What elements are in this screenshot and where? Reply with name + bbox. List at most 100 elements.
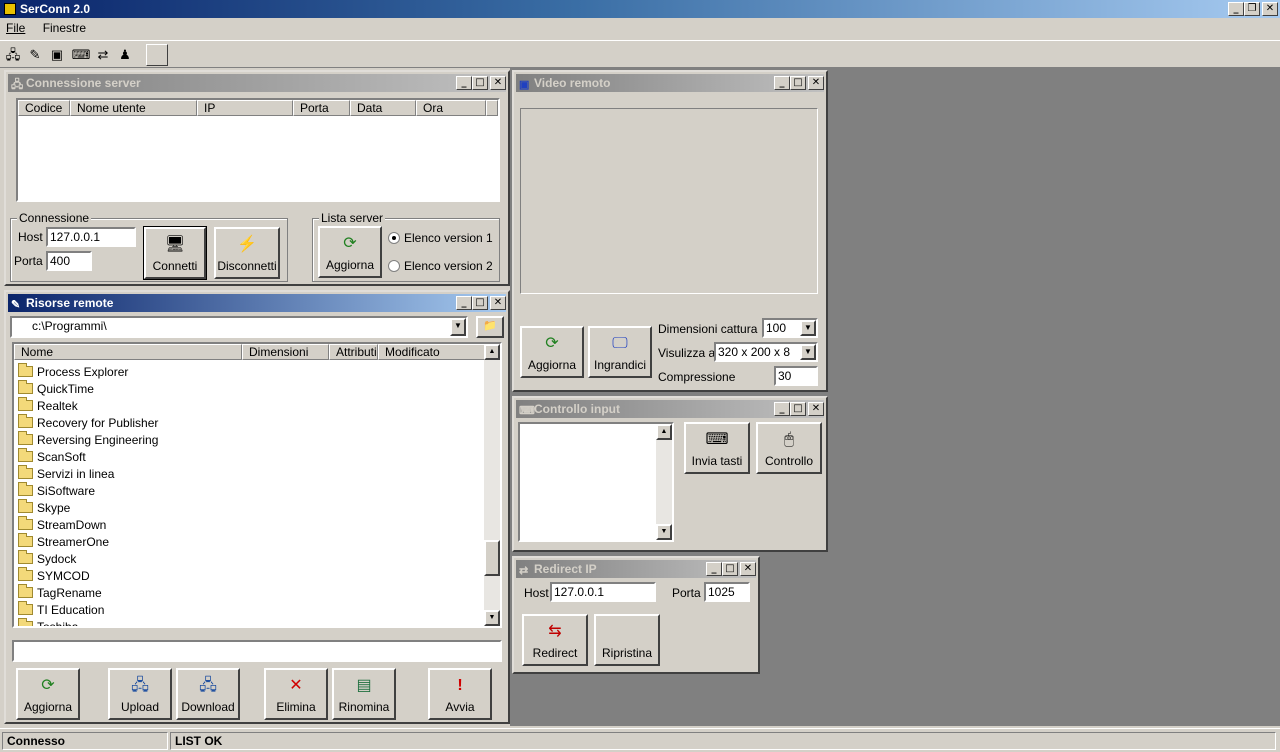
capture-size-label: Dimensioni cattura bbox=[658, 322, 758, 336]
close-icon[interactable]: ✕ bbox=[490, 296, 506, 310]
upload-button[interactable]: 🖧 Upload bbox=[108, 668, 172, 720]
restore-icon[interactable]: ❐ bbox=[1244, 2, 1260, 16]
col-data[interactable]: Data bbox=[350, 100, 416, 116]
delete-button[interactable]: ✕ Elimina bbox=[264, 668, 328, 720]
toolbar-redirect-icon[interactable]: ⇄ bbox=[92, 44, 114, 66]
toolbar-resources-icon[interactable]: ✎ bbox=[24, 44, 46, 66]
chevron-down-icon[interactable]: ▼ bbox=[800, 320, 816, 336]
file-list-item[interactable]: Sydock bbox=[18, 550, 76, 568]
file-list-item[interactable]: StreamerOne bbox=[18, 533, 109, 551]
col-codice[interactable]: Codice bbox=[18, 100, 70, 116]
redirect-port-input[interactable]: 1025 bbox=[704, 582, 750, 602]
menu-finestre[interactable]: Finestre bbox=[43, 21, 86, 35]
parent-folder-button[interactable]: 📁 bbox=[476, 316, 504, 338]
file-list-item[interactable]: TagRename bbox=[18, 584, 102, 602]
toolbar-blank-button[interactable] bbox=[146, 44, 168, 66]
file-list-item[interactable]: Realtek bbox=[18, 397, 78, 415]
disconnect-button[interactable]: ⚡ Disconnetti bbox=[214, 227, 280, 279]
col-nome-utente[interactable]: Nome utente bbox=[70, 100, 197, 116]
send-keys-button[interactable]: ⌨ Invia tasti bbox=[684, 422, 750, 474]
video-window-icon: ▣ bbox=[519, 79, 530, 91]
video-refresh-button[interactable]: ⟳ Aggiorna bbox=[520, 326, 584, 378]
download-button[interactable]: 🖧 Download bbox=[176, 668, 240, 720]
file-list-scrollbar[interactable]: ▲ ▼ bbox=[484, 344, 500, 626]
col-ora[interactable]: Ora bbox=[416, 100, 486, 116]
file-list-item[interactable]: StreamDown bbox=[18, 516, 106, 534]
file-list-item[interactable]: ScanSoft bbox=[18, 448, 86, 466]
col-dimensioni[interactable]: Dimensioni bbox=[242, 344, 329, 360]
connect-button[interactable]: 🖥 Connetti bbox=[143, 226, 207, 280]
radio-version-1[interactable] bbox=[388, 232, 400, 244]
files-refresh-button[interactable]: ⟳ Aggiorna bbox=[16, 668, 80, 720]
server-refresh-button[interactable]: ⟳ Aggiorna bbox=[318, 226, 382, 278]
chevron-down-icon[interactable]: ▼ bbox=[450, 318, 466, 336]
file-list-item[interactable]: Recovery for Publisher bbox=[18, 414, 158, 432]
col-porta[interactable]: Porta bbox=[293, 100, 350, 116]
close-icon[interactable]: ✕ bbox=[740, 562, 756, 576]
minimize-icon[interactable]: _ bbox=[774, 402, 790, 416]
rename-button[interactable]: ▤ Rinomina bbox=[332, 668, 396, 720]
input-scrollbar[interactable]: ▲ ▼ bbox=[656, 424, 672, 540]
minimize-icon[interactable]: _ bbox=[456, 76, 472, 90]
file-list-item[interactable]: Process Explorer bbox=[18, 363, 128, 381]
file-list-item[interactable]: Reversing Engineering bbox=[18, 431, 159, 449]
scroll-thumb[interactable] bbox=[484, 540, 500, 576]
maximize-icon[interactable]: □ bbox=[790, 76, 806, 90]
maximize-icon[interactable]: □ bbox=[790, 402, 806, 416]
col-nome[interactable]: Nome bbox=[14, 344, 242, 360]
chevron-down-icon[interactable]: ▼ bbox=[800, 344, 816, 360]
start-button[interactable]: ! Avvia bbox=[428, 668, 492, 720]
input-text-area[interactable]: ▲ ▼ bbox=[518, 422, 674, 542]
minimize-icon[interactable]: _ bbox=[774, 76, 790, 90]
col-modificato[interactable]: Modificato bbox=[378, 344, 486, 360]
menu-file[interactable]: File bbox=[6, 21, 25, 35]
toolbar-video-icon[interactable]: ▣ bbox=[46, 44, 68, 66]
minimize-icon[interactable]: _ bbox=[456, 296, 472, 310]
capture-size-combo[interactable]: 100 ▼ bbox=[762, 318, 818, 338]
scroll-down-icon[interactable]: ▼ bbox=[484, 610, 500, 626]
file-name: Reversing Engineering bbox=[37, 433, 159, 447]
maximize-icon[interactable]: □ bbox=[722, 562, 738, 576]
file-list-item[interactable]: Skype bbox=[18, 499, 70, 517]
file-list[interactable]: Nome Dimensioni Attributi Modificato Pro… bbox=[12, 342, 502, 628]
scroll-down-icon[interactable]: ▼ bbox=[656, 524, 672, 540]
toolbar-users-icon[interactable]: ♟ bbox=[114, 44, 136, 66]
view-mode-combo[interactable]: 320 x 200 x 8 ▼ bbox=[714, 342, 818, 362]
folder-icon bbox=[18, 431, 33, 445]
refresh-icon: ⟳ bbox=[41, 677, 55, 694]
scroll-up-icon[interactable]: ▲ bbox=[656, 424, 672, 440]
path-combo[interactable]: c:\Programmi\ ▼ bbox=[10, 316, 468, 338]
redirect-host-input[interactable]: 127.0.0.1 bbox=[550, 582, 656, 602]
port-input[interactable]: 400 bbox=[46, 251, 92, 271]
close-icon[interactable]: ✕ bbox=[490, 76, 506, 90]
col-attributi[interactable]: Attributi bbox=[329, 344, 378, 360]
host-input[interactable]: 127.0.0.1 bbox=[46, 227, 136, 247]
redirect-button[interactable]: ⇆ Redirect bbox=[522, 614, 588, 666]
minimize-icon[interactable]: _ bbox=[1228, 2, 1244, 16]
file-list-item[interactable]: TI Education bbox=[18, 601, 104, 619]
command-input[interactable] bbox=[12, 640, 502, 662]
toolbar-server-icon[interactable]: 🖧 bbox=[2, 44, 24, 66]
rename-icon: ▤ bbox=[356, 677, 372, 694]
radio-version-2[interactable] bbox=[388, 260, 400, 272]
scroll-up-icon[interactable]: ▲ bbox=[484, 344, 500, 360]
maximize-icon[interactable]: □ bbox=[472, 76, 488, 90]
file-list-item[interactable]: SiSoftware bbox=[18, 482, 95, 500]
server-list[interactable]: Codice Nome utente IP Porta Data Ora bbox=[16, 98, 500, 202]
minimize-icon[interactable]: _ bbox=[706, 562, 722, 576]
close-icon[interactable]: ✕ bbox=[808, 402, 824, 416]
restore-button[interactable]: Ripristina bbox=[594, 614, 660, 666]
close-icon[interactable]: ✕ bbox=[1262, 2, 1278, 16]
maximize-icon[interactable]: □ bbox=[472, 296, 488, 310]
col-ip[interactable]: IP bbox=[197, 100, 293, 116]
host-label: Host bbox=[18, 230, 43, 244]
enlarge-button[interactable]: 🖵 Ingrandici bbox=[588, 326, 652, 378]
compression-input[interactable]: 30 bbox=[774, 366, 818, 386]
file-list-item[interactable]: Servizi in linea bbox=[18, 465, 114, 483]
file-list-item[interactable]: QuickTime bbox=[18, 380, 94, 398]
toolbar-input-icon[interactable]: ⌨ bbox=[70, 44, 92, 66]
close-icon[interactable]: ✕ bbox=[808, 76, 824, 90]
file-list-item[interactable]: SYMCOD bbox=[18, 567, 90, 585]
file-list-item[interactable]: Toshiba bbox=[18, 618, 78, 626]
control-button[interactable]: 🖱 Controllo bbox=[756, 422, 822, 474]
